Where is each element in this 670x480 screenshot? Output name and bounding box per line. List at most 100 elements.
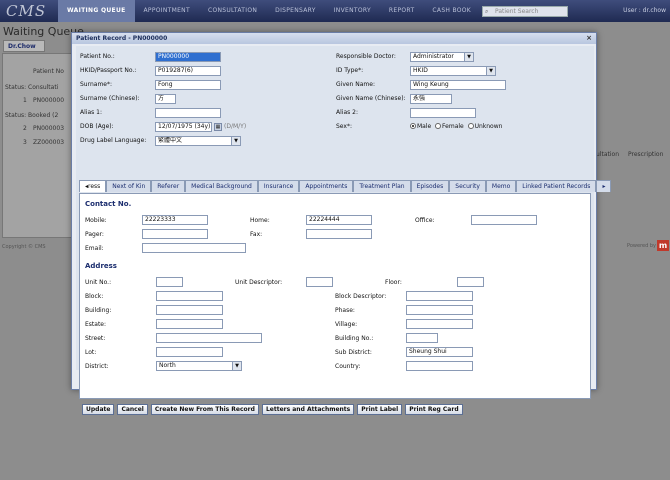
label-hkid: HKID/Passport No.:	[80, 67, 137, 74]
tab-dr-chow[interactable]: Dr.Chow	[3, 40, 45, 52]
unit-descriptor-input[interactable]	[306, 277, 333, 287]
table-row[interactable]: ZZ000003	[33, 139, 64, 146]
phase-input[interactable]	[406, 305, 473, 315]
tab-episodes[interactable]: Episodes	[410, 180, 450, 192]
status-consultation: Status: Consultati	[5, 84, 59, 91]
district-select[interactable]: North ▼	[156, 361, 242, 371]
label-surname: Surname*:	[80, 81, 113, 88]
id-type-select[interactable]: HKID ▼	[410, 66, 496, 76]
building-input[interactable]	[156, 305, 223, 315]
surname-input[interactable]: Fong	[155, 80, 221, 90]
alias2-input[interactable]	[410, 108, 476, 118]
label-estate: Estate:	[85, 321, 107, 328]
village-input[interactable]	[406, 319, 473, 329]
user-label: User : dr.chow	[623, 7, 666, 14]
pager-input[interactable]	[142, 229, 208, 239]
status-booked: Status: Booked (2	[5, 112, 59, 119]
label-district: District:	[85, 363, 109, 370]
address-tab-content: Contact No. Mobile: 22223333 Home: 22224…	[79, 193, 591, 399]
tab-address[interactable]: ◂ress	[79, 180, 107, 192]
building-no-input[interactable]	[406, 333, 438, 343]
email-input[interactable]	[142, 243, 246, 253]
label-street: Street:	[85, 335, 106, 342]
print-label-button[interactable]: Print Label	[357, 404, 403, 415]
label-given-name: Given Name:	[336, 81, 375, 88]
cms-logo: CMS	[6, 2, 47, 20]
label-email: Email:	[85, 245, 104, 252]
sex-radio-group: Male Female Unknown	[410, 123, 502, 130]
address-heading: Address	[85, 262, 117, 270]
tab-appointments[interactable]: Appointments	[299, 180, 354, 192]
tab-treatment-plan[interactable]: Treatment Plan	[353, 180, 411, 192]
update-button[interactable]: Update	[82, 404, 115, 415]
radio-female[interactable]	[435, 123, 442, 129]
menu-inventory[interactable]: INVENTORY	[325, 0, 380, 22]
prescription-link[interactable]: Prescription	[628, 151, 663, 158]
label-alias2: Alias 2:	[336, 109, 358, 116]
tab-memo[interactable]: Memo	[485, 180, 517, 192]
table-row[interactable]: PN000003	[33, 125, 64, 132]
tab-linked-patient-records[interactable]: Linked Patient Records	[516, 180, 597, 192]
close-icon[interactable]: ×	[586, 33, 592, 44]
top-nav: CMS WAITING QUEUE APPOINTMENT CONSULTATI…	[0, 0, 670, 22]
surname-cn-input[interactable]: 方	[155, 94, 176, 104]
tab-insurance[interactable]: Insurance	[257, 180, 300, 192]
tab-referer[interactable]: Referer	[151, 180, 186, 192]
contact-heading: Contact No.	[85, 200, 132, 208]
given-name-cn-input[interactable]: 永強	[410, 94, 452, 104]
mobile-input[interactable]: 22223333	[142, 215, 208, 225]
calendar-icon[interactable]: ▦	[214, 123, 222, 131]
fax-input[interactable]	[306, 229, 372, 239]
label-block: Block:	[85, 293, 104, 300]
label-patient-no: Patient No.:	[80, 53, 115, 60]
cancel-button[interactable]: Cancel	[117, 404, 148, 415]
office-input[interactable]	[471, 215, 537, 225]
lot-input[interactable]	[156, 347, 223, 357]
menu-dispensary[interactable]: DISPENSARY	[266, 0, 325, 22]
block-descriptor-input[interactable]	[406, 291, 473, 301]
drug-language-select[interactable]: 繁體中文 ▼	[155, 136, 241, 146]
label-building: Building:	[85, 307, 112, 314]
patient-no-input[interactable]: PN000000	[155, 52, 221, 62]
label-responsible-doctor: Responsible Doctor:	[336, 53, 396, 60]
create-new-from-record-button[interactable]: Create New From This Record	[150, 404, 259, 415]
label-fax: Fax:	[250, 231, 263, 238]
estate-input[interactable]	[156, 319, 223, 329]
sub-district-input[interactable]: Sheung Shui	[406, 347, 473, 357]
radio-male[interactable]	[410, 123, 416, 129]
row-num: 3	[23, 139, 27, 146]
label-village: Village:	[335, 321, 358, 328]
table-row[interactable]: PN000000	[33, 97, 64, 104]
tab-security[interactable]: Security	[449, 180, 486, 192]
hkid-input[interactable]: P019287(6)	[155, 66, 221, 76]
block-input[interactable]	[156, 291, 223, 301]
radio-unknown[interactable]	[467, 123, 474, 129]
menu-consultation[interactable]: CONSULTATION	[199, 0, 266, 22]
tab-medical-background[interactable]: Medical Background	[185, 180, 258, 192]
queue-table: Patient No Status: Consultati 1 PN000000…	[2, 53, 72, 238]
patient-search-input[interactable]: ⌕ Patient Search	[482, 6, 568, 17]
given-name-input[interactable]: Wing Keung	[410, 80, 506, 90]
menu-cash-book[interactable]: CASH BOOK	[423, 0, 480, 22]
label-sub-district: Sub District:	[335, 349, 372, 356]
menu-waiting-queue[interactable]: WAITING QUEUE	[58, 0, 135, 22]
alias1-input[interactable]	[155, 108, 221, 118]
print-reg-card-button[interactable]: Print Reg Card	[405, 404, 463, 415]
responsible-doctor-select[interactable]: Administrator ▼	[410, 52, 474, 62]
tab-next-of-kin[interactable]: Next of Kin	[106, 180, 152, 192]
country-input[interactable]	[406, 361, 473, 371]
letters-attachments-button[interactable]: Letters and Attachments	[261, 404, 355, 415]
dob-input[interactable]: 12/07/1975 (34y)	[155, 122, 212, 132]
menu-appointment[interactable]: APPOINTMENT	[135, 0, 199, 22]
scroll-right-icon[interactable]: ▸	[596, 180, 612, 192]
home-input[interactable]: 22224444	[306, 215, 372, 225]
dialog-button-bar: Update Cancel Create New From This Recor…	[82, 404, 463, 415]
floor-input[interactable]	[457, 277, 484, 287]
label-office: Office:	[415, 217, 435, 224]
powered-by: Powered by	[627, 243, 656, 249]
dialog-title: Patient Record - PN000000 ×	[72, 33, 596, 44]
unit-no-input[interactable]	[156, 277, 183, 287]
menu-report[interactable]: REPORT	[380, 0, 424, 22]
chevron-down-icon: ▼	[464, 53, 473, 61]
street-input[interactable]	[156, 333, 262, 343]
